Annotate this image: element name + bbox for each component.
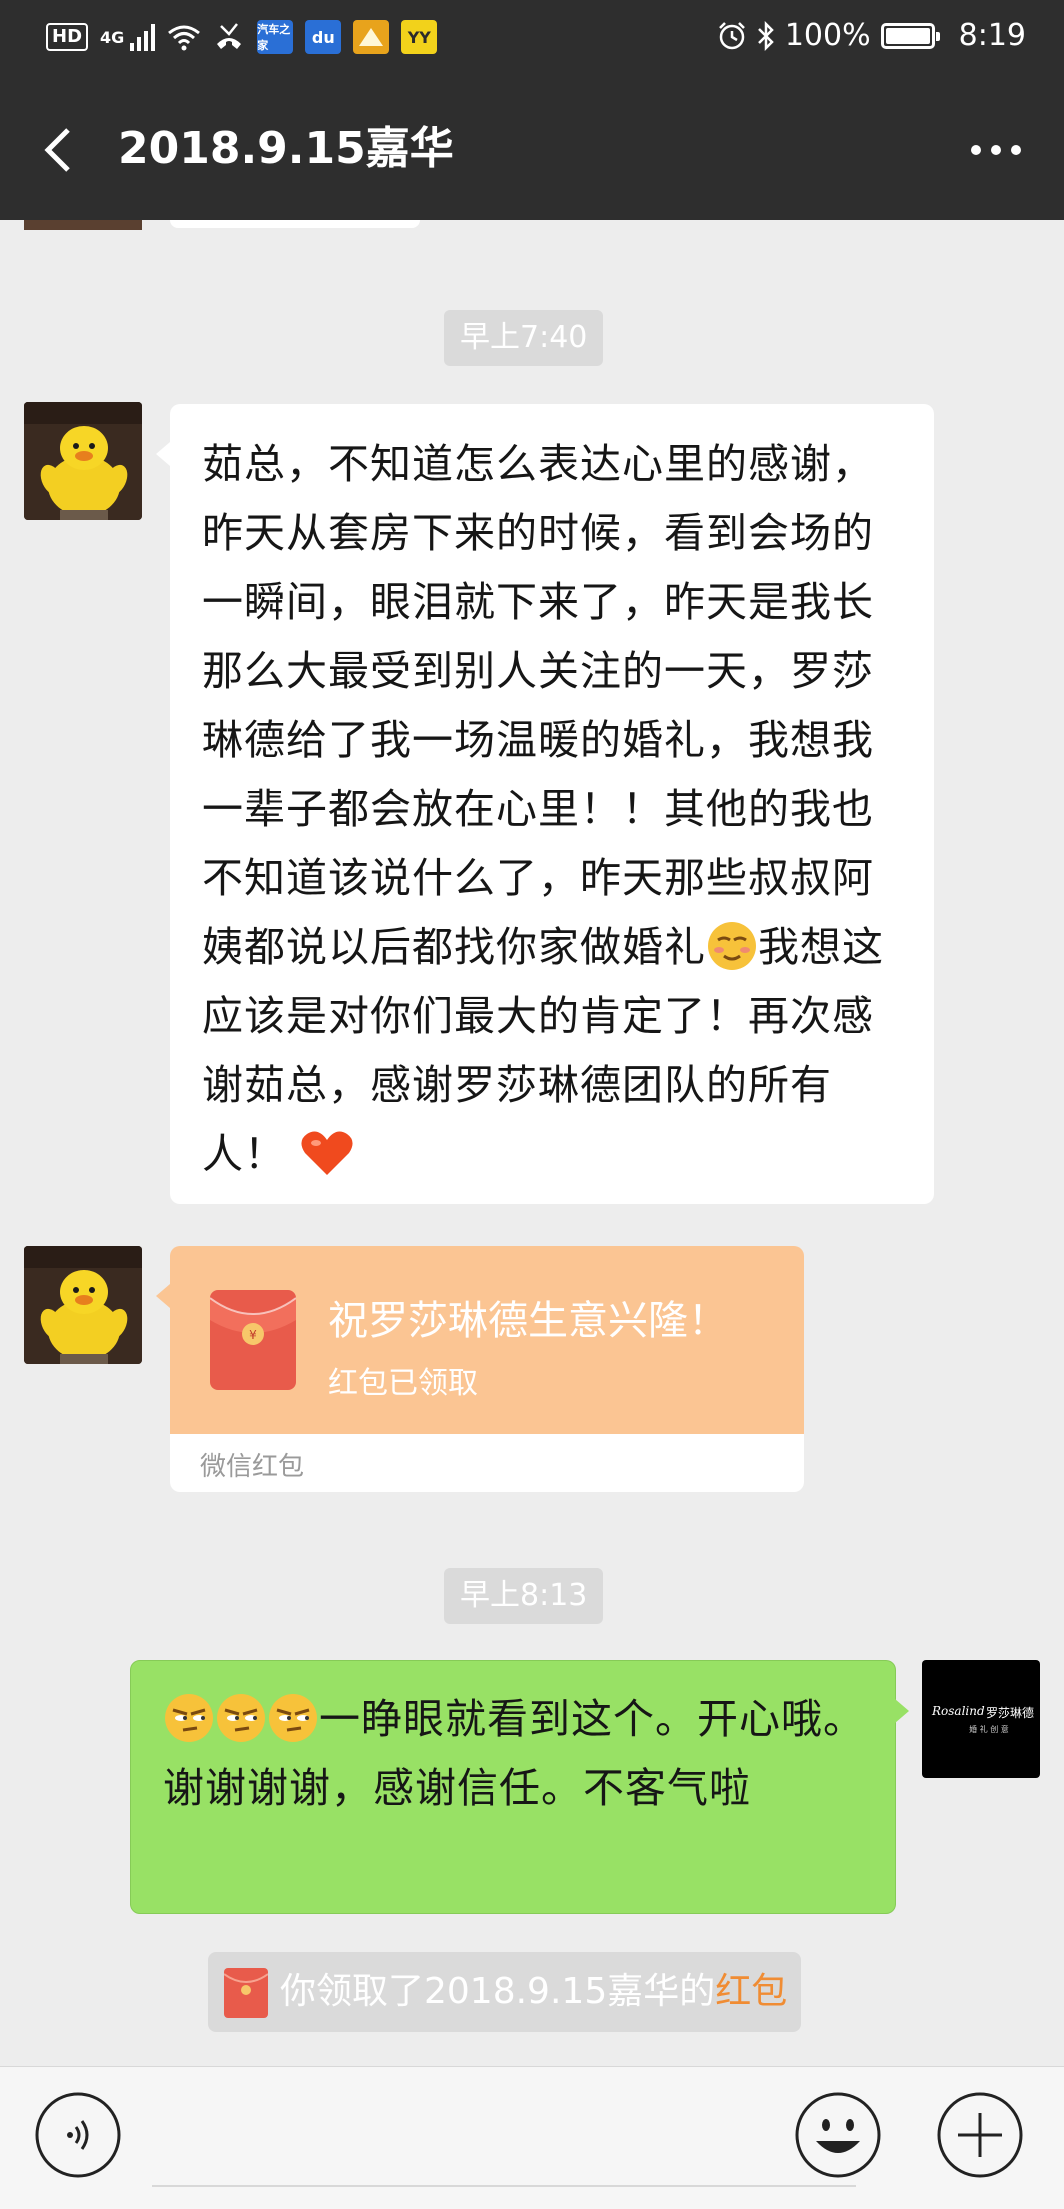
- red-packet-received-notice: 你领取了2018.9.15嘉华的红包: [208, 1952, 802, 2032]
- logo-script: Rosalind: [932, 1704, 985, 1718]
- folder-app-icon: [353, 20, 390, 54]
- sender-avatar[interactable]: [24, 402, 142, 520]
- status-bar: HD 4G 汽车之家 du YY 100% 8:19: [0, 0, 1064, 78]
- smirk-emoji-icon: [217, 1694, 265, 1742]
- red-packet-card[interactable]: ¥ 祝罗莎琳德生意兴隆！ 红包已领取 微信红包: [156, 1246, 804, 1492]
- sent-message-bubble[interactable]: 一睁眼就看到这个。开心哦。谢谢谢谢，感谢信任。不客气啦: [130, 1660, 909, 1914]
- voice-input-icon[interactable]: [34, 2091, 122, 2179]
- message-text: 茹总，不知道怎么表达心里的感谢，昨天从套房下来的时候，看到会场的一瞬间，眼泪就下…: [202, 440, 874, 971]
- logo-text: 罗莎琳德: [986, 1706, 1035, 1720]
- wifi-icon: [168, 25, 201, 51]
- previous-avatar-partial: [24, 220, 142, 230]
- battery-icon: [880, 22, 940, 49]
- my-avatar[interactable]: Rosalind 罗莎琳德 婚 礼 创 意: [922, 1660, 1040, 1778]
- red-envelope-icon: [224, 1968, 268, 2018]
- red-packet-footer: 微信红包: [200, 1452, 305, 1482]
- emoji-button-icon[interactable]: [794, 2091, 882, 2179]
- received-message-bubble[interactable]: 茹总，不知道怎么表达心里的感谢，昨天从套房下来的时候，看到会场的一瞬间，眼泪就下…: [156, 404, 934, 1204]
- network-type-label: 4G: [100, 27, 125, 47]
- red-packet-status: 红包已领取: [328, 1366, 478, 1401]
- autohome-app-icon: 汽车之家: [257, 20, 294, 54]
- battery-percent: 100%: [784, 18, 871, 53]
- chat-title: 2018.9.15嘉华: [118, 123, 454, 174]
- heart-emoji-icon: [301, 1131, 353, 1175]
- status-right-icons: 100% 8:19: [717, 18, 1026, 53]
- status-left-icons: HD 4G 汽车之家 du YY: [46, 20, 438, 54]
- message-input[interactable]: [152, 2185, 856, 2187]
- red-packet-link[interactable]: 红包: [715, 1971, 787, 2012]
- more-options-icon[interactable]: [966, 128, 1026, 172]
- smirk-emoji-icon: [269, 1694, 317, 1742]
- duck-avatar-icon: [24, 402, 142, 520]
- red-packet-footer-bar: 微信红包: [170, 1434, 804, 1492]
- red-packet-title: 祝罗莎琳德生意兴隆！: [328, 1298, 728, 1344]
- red-envelope-icon: ¥: [210, 1290, 296, 1390]
- missed-call-icon: [217, 23, 242, 49]
- yy-app-icon: YY: [401, 20, 438, 54]
- svg-text:¥: ¥: [249, 1328, 257, 1342]
- input-bar: [0, 2066, 1064, 2209]
- duck-avatar-icon: [24, 1246, 142, 1364]
- status-time: 8:19: [958, 18, 1026, 53]
- smirk-emoji-icon: [165, 1694, 213, 1742]
- bluetooth-icon: [757, 20, 774, 51]
- notice-text: 你领取了2018.9.15嘉华的: [280, 1971, 716, 2012]
- signal-icon: [130, 23, 156, 51]
- smirk-emoji-icon: [708, 922, 756, 970]
- back-arrow-icon[interactable]: [40, 128, 80, 172]
- hd-icon: HD: [46, 23, 89, 51]
- chat-header: 2018.9.15嘉华: [0, 78, 1064, 220]
- timestamp: 早上7:40: [444, 310, 604, 366]
- baidu-app-icon: du: [305, 20, 342, 54]
- previous-bubble-partial: [170, 220, 420, 228]
- sender-avatar[interactable]: [24, 1246, 142, 1364]
- timestamp: 早上8:13: [444, 1568, 604, 1624]
- logo-subtext: 婚 礼 创 意: [969, 1725, 1009, 1734]
- red-packet-body: ¥ 祝罗莎琳德生意兴隆！ 红包已领取: [170, 1246, 804, 1434]
- add-more-icon[interactable]: [936, 2091, 1024, 2179]
- alarm-icon: [718, 21, 745, 49]
